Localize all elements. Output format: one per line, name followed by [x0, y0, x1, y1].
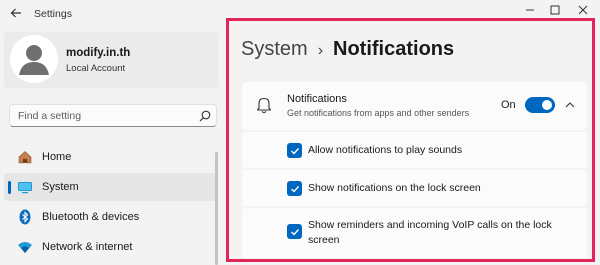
home-icon: [18, 151, 32, 164]
back-arrow-icon: [10, 8, 21, 18]
sidebar-item-label: Home: [42, 151, 72, 163]
sidebar-item-system[interactable]: System: [4, 173, 218, 201]
selection-indicator: [8, 181, 11, 194]
minimize-icon: [526, 9, 534, 11]
account-type: Local Account: [66, 63, 126, 74]
sidebar-item-network[interactable]: Network & internet: [4, 233, 218, 261]
close-icon: [578, 5, 588, 15]
sidebar-scrollbar[interactable]: [215, 152, 218, 265]
user-profile-card[interactable]: modify.in.th Local Account: [4, 32, 218, 88]
highlight-frame: [226, 18, 595, 262]
back-button[interactable]: [8, 5, 24, 21]
sidebar-item-label: Network & internet: [42, 241, 133, 253]
maximize-button[interactable]: [540, 0, 570, 20]
avatar: [10, 35, 58, 83]
user-name: modify.in.th: [66, 47, 131, 59]
search-icon[interactable]: [199, 110, 211, 122]
maximize-icon: [550, 5, 560, 15]
sidebar-item-label: System: [42, 181, 79, 193]
bluetooth-icon: [19, 209, 31, 225]
system-display-icon: [18, 182, 32, 194]
window-title: Settings: [34, 8, 72, 20]
user-avatar-icon: [10, 35, 58, 83]
close-button[interactable]: [568, 0, 598, 20]
sidebar-item-label: Bluetooth & devices: [42, 211, 140, 223]
search-input[interactable]: [9, 104, 217, 127]
sidebar-item-bluetooth[interactable]: Bluetooth & devices: [4, 203, 218, 231]
sidebar-item-home[interactable]: Home: [4, 143, 218, 171]
wifi-icon: [18, 242, 32, 253]
